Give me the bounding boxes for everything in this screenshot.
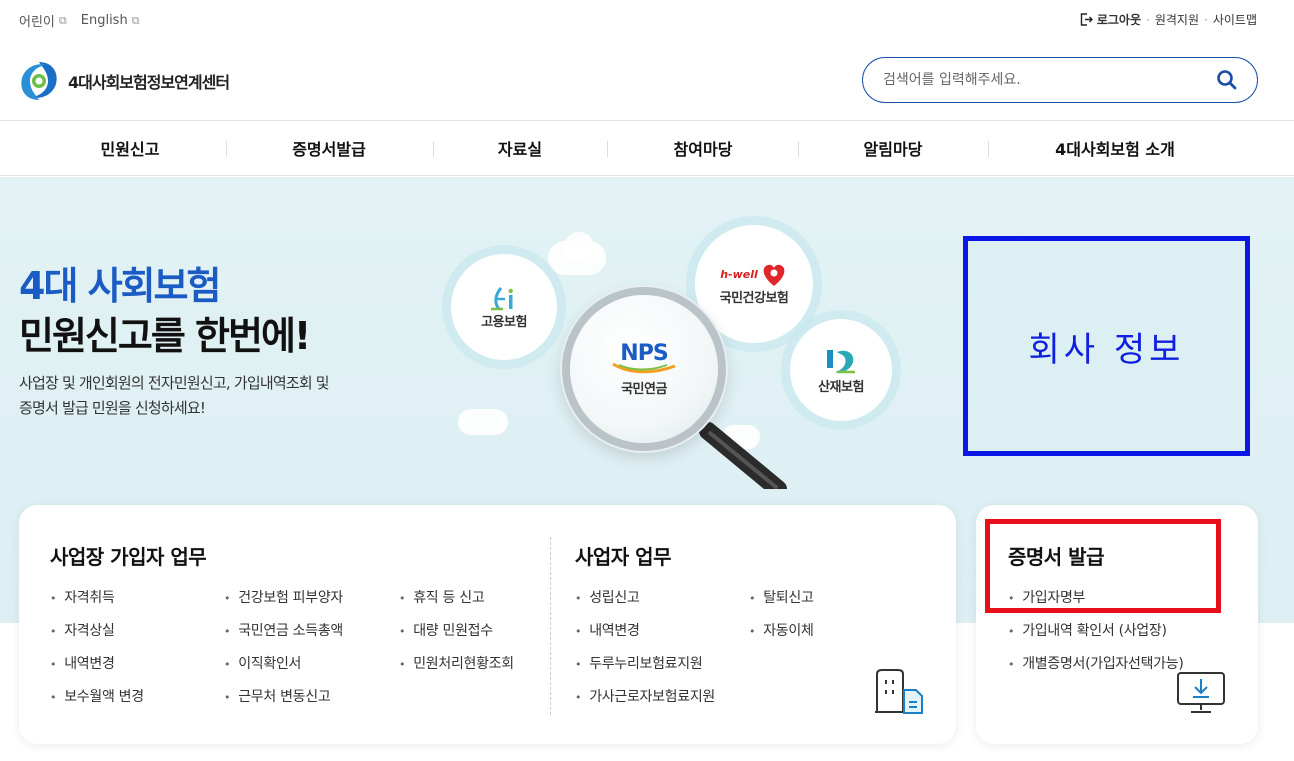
health-insurance-label: 국민건강보험 (719, 290, 789, 306)
pension-magnifier-lens: NPS 국민연금 (570, 295, 718, 443)
list-item[interactable]: 가입자명부 (1008, 587, 1085, 607)
nav-about[interactable]: 4대사회보험 소개 (1055, 136, 1175, 160)
certificate-card: 증명서 발급 가입자명부 가입내역 확인서 (사업장) 개별증명서(가입자선택가… (976, 505, 1258, 744)
external-link-icon: ⧉ (131, 13, 140, 27)
search-input[interactable] (883, 72, 1203, 88)
list-item[interactable]: 휴직 등 신고 (399, 587, 485, 607)
english-link-label: English (80, 13, 128, 28)
hero-description: 사업장 및 개인회원의 전자민원신고, 가입내역조회 및 증명서 발급 민원을 … (19, 371, 419, 421)
logout-label: 로그아웃 (1096, 13, 1141, 27)
industrial-insurance-logo (827, 349, 855, 373)
hero-title-line1: 4대 사회보험 (19, 264, 221, 308)
search-box (862, 57, 1258, 103)
main-navigation: 민원신고 증명서발급 자료실 참여마당 알림마당 4대사회보험 소개 (0, 120, 1294, 176)
separator: · (1204, 12, 1208, 27)
site-logo[interactable]: 4대사회보험정보연계센터 (18, 60, 230, 102)
logo-icon (21, 62, 57, 100)
industrial-insurance-bubble: 산재보험 (790, 319, 892, 421)
pension-swoosh-icon (612, 362, 676, 374)
company-info-label: 회사 정보 (1028, 329, 1185, 370)
list-item[interactable]: 가사근로자보험료지원 (575, 686, 715, 706)
list-item[interactable]: 내역변경 (50, 653, 115, 673)
logout-icon (1080, 13, 1093, 26)
cloud-decoration (458, 409, 508, 435)
monitor-download-icon (1177, 672, 1225, 713)
nav-divider (988, 141, 989, 157)
list-item[interactable]: 대량 민원접수 (399, 620, 493, 640)
list-item[interactable]: 자격상실 (50, 620, 115, 640)
list-item[interactable]: 내역변경 (575, 620, 640, 640)
nav-complaint-report[interactable]: 민원신고 (101, 136, 160, 160)
english-link[interactable]: English ⧉ (81, 11, 140, 30)
utility-right: 로그아웃 · 원격지원 · 사이트맵 (1080, 11, 1257, 28)
list-item[interactable]: 자격취득 (50, 587, 115, 607)
nav-participation[interactable]: 참여마당 (674, 136, 733, 160)
health-brand: h-well (720, 263, 788, 287)
external-link-icon: ⧉ (58, 13, 67, 27)
remote-support-link[interactable]: 원격지원 (1155, 11, 1199, 28)
list-item[interactable]: 성립신고 (575, 587, 640, 607)
nav-archive[interactable]: 자료실 (498, 136, 542, 160)
business-section-title: 사업자 업무 (575, 545, 671, 569)
list-item[interactable]: 보수월액 변경 (50, 686, 144, 706)
kids-link[interactable]: 어린이 ⧉ (19, 11, 67, 31)
employment-insurance-label: 고용보험 (481, 314, 527, 330)
list-item[interactable]: 가입내역 확인서 (사업장) (1008, 620, 1167, 640)
list-item[interactable]: 근무처 변동신고 (224, 686, 331, 706)
nav-certificate[interactable]: 증명서발급 (292, 136, 366, 160)
building-document-icon (875, 669, 923, 714)
kids-link-label: 어린이 (19, 15, 55, 30)
utility-left: 어린이 ⧉ English ⧉ (19, 11, 140, 30)
section-divider (550, 537, 551, 715)
separator: · (1146, 12, 1150, 27)
list-item[interactable]: 두루누리보험료지원 (575, 653, 703, 673)
hero-title-line2: 민원신고를 한번에! (19, 314, 311, 358)
employment-insurance-logo (491, 286, 513, 310)
utility-bar: 어린이 ⧉ English ⧉ 로그아웃 · 원격지원 · 사이트맵 (0, 0, 1294, 40)
industrial-insurance-label: 산재보험 (818, 379, 864, 395)
company-info-box: 회사 정보 (963, 236, 1250, 456)
heart-icon (763, 264, 785, 286)
list-item[interactable]: 자동이체 (749, 620, 814, 640)
certificate-section-title: 증명서 발급 (1008, 545, 1104, 569)
nav-divider (226, 141, 227, 157)
health-brand-text: h-well (720, 268, 758, 281)
list-item[interactable]: 이직확인서 (224, 653, 301, 673)
nav-divider (798, 141, 799, 157)
list-item[interactable]: 민원처리현황조회 (399, 653, 514, 673)
search-icon[interactable] (1215, 68, 1239, 92)
logo-text: 4대사회보험정보연계센터 (68, 73, 230, 92)
logout-button[interactable]: 로그아웃 (1080, 11, 1141, 28)
nav-notice[interactable]: 알림마당 (864, 136, 923, 160)
employment-insurance-bubble: 고용보험 (451, 254, 557, 360)
cloud-decoration (564, 232, 594, 262)
list-item[interactable]: 건강보험 피부양자 (224, 587, 343, 607)
pension-label: 국민연금 (621, 382, 667, 397)
hero-desc-line1: 사업장 및 개인회원의 전자민원신고, 가입내역조회 및 (19, 374, 330, 392)
list-item[interactable]: 탈퇴신고 (749, 587, 814, 607)
nav-divider (433, 141, 434, 157)
sitemap-link[interactable]: 사이트맵 (1213, 11, 1257, 28)
hero-desc-line2: 증명서 발급 민원을 신청하세요! (19, 399, 206, 417)
workplace-section-title: 사업장 가입자 업무 (50, 545, 207, 569)
services-card: 사업장 가입자 업무 자격취득 자격상실 내역변경 보수월액 변경 건강보험 피… (19, 505, 956, 744)
nav-divider (607, 141, 608, 157)
list-item[interactable]: 국민연금 소득총액 (224, 620, 343, 640)
health-insurance-bubble: h-well 국민건강보험 (695, 225, 813, 343)
list-item[interactable]: 개별증명서(가입자선택가능) (1008, 653, 1184, 673)
